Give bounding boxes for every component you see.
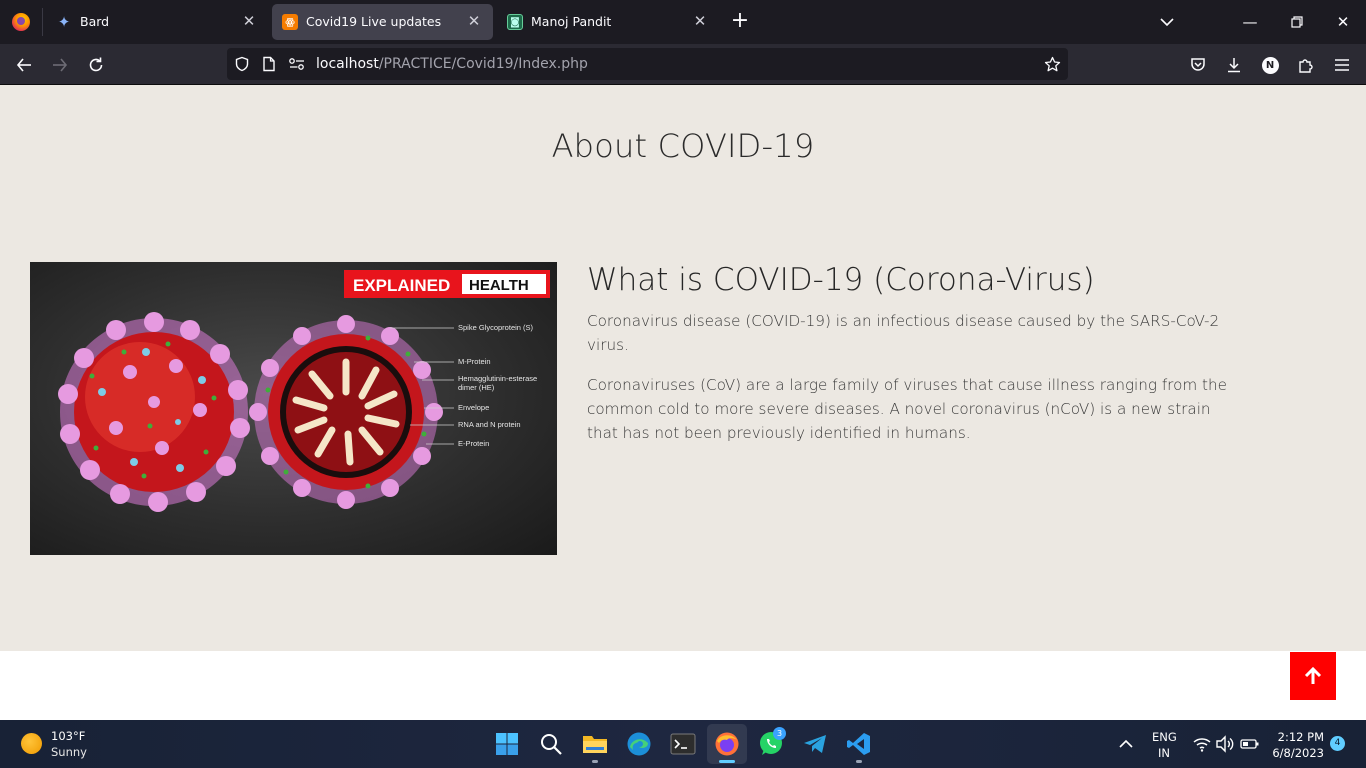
site-icon: ◙: [507, 14, 523, 30]
arrow-up-icon: [1304, 666, 1322, 684]
bookmark-star-icon[interactable]: [1043, 55, 1061, 73]
edge-button[interactable]: [619, 724, 659, 764]
page-info-icon[interactable]: [260, 55, 278, 73]
volume-icon[interactable]: [1215, 734, 1235, 754]
web-page: About COVID-19 EXPLAINED HEALTH Spike Gl…: [0, 85, 1366, 720]
vscode-button[interactable]: [839, 724, 879, 764]
tab-title: Manoj Pandit: [531, 14, 612, 29]
article-paragraph-1: Coronavirus disease (COVID-19) is an inf…: [587, 312, 1220, 354]
close-icon[interactable]: ✕: [240, 12, 258, 30]
virus-sphere-illustration: [58, 312, 250, 512]
label-rna: RNA and N protein: [458, 420, 521, 429]
clock-date: 6/8/2023: [1272, 746, 1324, 760]
active-indicator: [719, 760, 735, 763]
edge-icon: [627, 732, 651, 756]
tracking-protection-shield-icon[interactable]: [233, 55, 251, 73]
navigation-toolbar: localhost/PRACTICE/Covid19/Index.php N: [0, 44, 1366, 85]
badge-health-text: HEALTH: [469, 277, 529, 294]
weather-temperature[interactable]: 103°F: [51, 729, 85, 743]
virus-cross-section-illustration: [249, 315, 443, 509]
wifi-icon[interactable]: [1192, 734, 1212, 754]
file-explorer-button[interactable]: [575, 724, 615, 764]
telegram-icon: [804, 735, 826, 753]
label-m-protein: M-Protein: [458, 357, 491, 366]
sunny-weather-icon[interactable]: [21, 733, 42, 754]
tab-covid19-live-updates[interactable]: ꙮ Covid19 Live updates ✕: [272, 4, 493, 40]
browser-tab-strip: ✦ Bard ✕ ꙮ Covid19 Live updates ✕ ◙ Mano…: [0, 0, 1366, 44]
windows-taskbar: 103°F Sunny 3 ENG IN 2:12 PM 6/8/2023: [0, 720, 1366, 768]
back-button[interactable]: [11, 52, 37, 78]
url-path: /PRACTICE/Covid19/Index.php: [378, 56, 588, 72]
whatsapp-button[interactable]: 3: [751, 724, 791, 764]
extensions-button[interactable]: [1293, 52, 1319, 78]
running-indicator: [592, 760, 598, 763]
tab-separator: [42, 8, 43, 36]
firefox-taskbar-button[interactable]: [707, 724, 747, 764]
windows-icon: [496, 733, 518, 755]
search-icon: [541, 734, 562, 755]
label-he-dimer: dimer (HE): [458, 383, 495, 392]
firefox-icon: [715, 732, 739, 756]
restore-button[interactable]: [1285, 10, 1309, 34]
label-hemagglutinin: Hemagglutinin-esterase: [458, 374, 537, 383]
reload-button[interactable]: [83, 52, 109, 78]
bard-sparkle-icon: ✦: [57, 13, 71, 31]
minimize-button[interactable]: —: [1238, 10, 1262, 34]
downloads-button[interactable]: [1221, 52, 1247, 78]
search-button[interactable]: [531, 724, 571, 764]
chevron-up-icon: [1119, 739, 1133, 748]
footer-section: [0, 651, 1366, 720]
scroll-to-top-button[interactable]: [1290, 652, 1336, 700]
terminal-icon: [670, 733, 696, 755]
close-icon[interactable]: ✕: [465, 12, 483, 30]
account-avatar[interactable]: N: [1257, 52, 1283, 78]
firefox-icon[interactable]: [12, 13, 30, 31]
vscode-icon: [847, 733, 870, 755]
show-hidden-icons-button[interactable]: [1116, 734, 1136, 754]
label-spike: Spike Glycoprotein (S): [458, 323, 534, 332]
notification-count-badge[interactable]: 4: [1330, 736, 1345, 751]
tab-bard[interactable]: ✦ Bard ✕: [46, 4, 268, 40]
folder-icon: [583, 736, 607, 753]
start-button[interactable]: [487, 724, 527, 764]
language-code: ENG: [1152, 730, 1177, 744]
address-bar[interactable]: localhost/PRACTICE/Covid19/Index.php: [227, 48, 1068, 80]
running-indicator: [856, 760, 862, 763]
label-e-protein: E-Protein: [458, 439, 489, 448]
label-envelope: Envelope: [458, 403, 489, 412]
new-tab-button[interactable]: +: [728, 10, 752, 34]
language-indicator[interactable]: ENG IN: [1152, 729, 1177, 761]
tab-manoj-pandit[interactable]: ◙ Manoj Pandit ✕: [497, 4, 719, 40]
terminal-button[interactable]: [663, 724, 703, 764]
article-paragraph-2: Coronaviruses (CoV) are a large family o…: [587, 376, 1227, 442]
article-heading: What is COVID-19 (Corona-Virus): [587, 262, 1095, 298]
close-icon[interactable]: ✕: [691, 12, 709, 30]
whatsapp-unread-badge: 3: [773, 727, 786, 740]
forward-button[interactable]: [47, 52, 73, 78]
coronavirus-structure-image: EXPLAINED HEALTH Spike Glycoprotein (S) …: [30, 262, 557, 555]
url-text[interactable]: localhost/PRACTICE/Covid19/Index.php: [316, 56, 588, 72]
telegram-button[interactable]: [795, 724, 835, 764]
pocket-button[interactable]: [1185, 52, 1211, 78]
weather-description[interactable]: Sunny: [51, 745, 87, 759]
system-clock[interactable]: 2:12 PM 6/8/2023: [1268, 729, 1324, 761]
tab-title: Covid19 Live updates: [306, 14, 442, 29]
battery-icon[interactable]: [1240, 734, 1260, 754]
list-all-tabs-button[interactable]: [1156, 12, 1178, 32]
clock-time: 2:12 PM: [1277, 730, 1324, 744]
url-host: localhost: [316, 56, 379, 72]
close-window-button[interactable]: ✕: [1331, 10, 1355, 34]
region-code: IN: [1158, 746, 1170, 760]
profile-initial: N: [1261, 56, 1279, 74]
section-title: About COVID-19: [551, 127, 815, 165]
tab-title: Bard: [80, 14, 110, 29]
app-menu-button[interactable]: [1329, 52, 1355, 78]
permissions-icon[interactable]: [288, 55, 306, 73]
xampp-icon: ꙮ: [282, 14, 298, 30]
badge-explained-text: EXPLAINED: [353, 276, 450, 295]
